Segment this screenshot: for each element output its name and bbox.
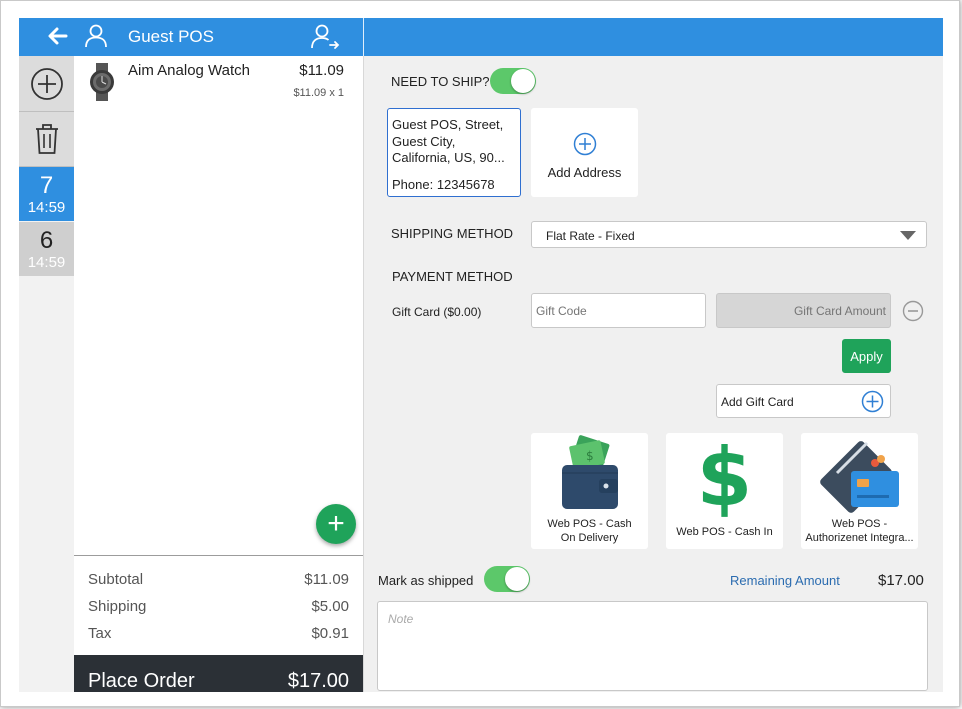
order-number: 7 <box>39 172 54 199</box>
shipping-method-label: SHIPPING METHOD <box>391 226 514 241</box>
shipping-label: Shipping <box>88 598 147 615</box>
switch-customer-icon[interactable] <box>310 23 340 51</box>
new-order-button[interactable] <box>19 56 74 112</box>
payment-option-label-line: Web POS - Cash In <box>676 526 773 538</box>
wallet-icon: $ <box>561 435 618 509</box>
shipping-value: $5.00 <box>311 598 349 615</box>
user-icon[interactable] <box>84 23 108 49</box>
watch-thumbnail[interactable] <box>86 63 118 101</box>
gift-card-amount-input[interactable] <box>716 293 891 328</box>
order-tab-6[interactable]: 6 14:59 <box>19 222 74 276</box>
add-address-button[interactable]: Add Address <box>531 108 638 197</box>
add-circle-icon <box>861 390 884 413</box>
cart-panel <box>74 56 363 692</box>
totals-divider <box>74 555 363 556</box>
place-order-button[interactable]: Place Order $17.00 <box>74 655 363 692</box>
add-product-button[interactable]: + <box>316 504 356 544</box>
address-card[interactable]: Guest POS, Street, Guest City, Californi… <box>387 108 521 197</box>
place-order-label: Place Order <box>88 670 195 692</box>
address-line: California, US, 90... <box>392 150 505 165</box>
tax-value: $0.91 <box>311 625 349 642</box>
payment-option-label-line: Web POS - <box>831 518 888 530</box>
back-arrow-icon[interactable] <box>46 24 70 48</box>
payment-option-label-line: Authorizenet Integra... <box>805 532 914 544</box>
payment-option-cash-on-delivery[interactable]: $ Web POS - Cash On Delivery <box>531 433 648 549</box>
mark-as-shipped-toggle[interactable] <box>484 566 530 592</box>
add-circle-icon <box>573 132 597 156</box>
remaining-amount-value: $17.00 <box>878 572 924 589</box>
payment-method-label: PAYMENT METHOD <box>392 269 513 284</box>
add-address-label: Add Address <box>547 165 622 180</box>
shipping-method-value: Flat Rate - Fixed <box>546 229 635 243</box>
note-placeholder: Note <box>388 612 414 626</box>
remaining-amount-label: Remaining Amount <box>730 573 840 588</box>
tax-label: Tax <box>88 625 112 642</box>
payment-option-label: Web POS - Cash In <box>668 525 781 539</box>
address-line: Guest City, <box>392 133 456 149</box>
place-order-amount: $17.00 <box>287 670 349 692</box>
delete-order-button[interactable] <box>19 112 74 167</box>
subtotal-value: $11.09 <box>304 571 349 588</box>
cart-item-name[interactable]: Aim Analog Watch <box>128 62 250 79</box>
note-textarea[interactable]: Note <box>377 601 928 691</box>
address-line: Guest POS, Street, <box>392 117 504 132</box>
payment-option-label: Web POS - Cash On Delivery <box>533 517 646 545</box>
need-to-ship-label: NEED TO SHIP? <box>391 74 490 89</box>
plus-icon: + <box>327 507 345 540</box>
svg-text:$: $ <box>586 449 594 463</box>
order-time: 14:59 <box>27 254 66 271</box>
payment-option-cash-in[interactable]: $ Web POS - Cash In <box>666 433 783 549</box>
need-to-ship-toggle[interactable] <box>490 68 536 94</box>
order-time: 14:59 <box>27 199 66 216</box>
toggle-knob <box>511 69 535 93</box>
trash-icon <box>35 124 58 154</box>
mark-as-shipped-label: Mark as shipped <box>378 573 474 588</box>
address-lines: Guest POS, Street, Guest City, Californi… <box>392 117 520 167</box>
cart-item-price: $11.09 <box>299 62 344 79</box>
dropdown-caret-icon <box>900 231 916 240</box>
credit-cards-icon <box>819 441 899 513</box>
customer-name[interactable]: Guest POS <box>128 27 214 47</box>
shipping-method-select[interactable]: Flat Rate - Fixed <box>531 221 927 248</box>
payment-option-authorizenet[interactable]: Web POS - Authorizenet Integra... <box>801 433 918 549</box>
gift-code-input[interactable] <box>531 293 706 328</box>
order-number: 6 <box>39 227 54 254</box>
gift-card-label: Gift Card ($0.00) <box>392 305 482 319</box>
add-gift-card-label: Add Gift Card <box>721 395 794 409</box>
toggle-knob <box>505 567 529 591</box>
apply-gift-card-button[interactable]: Apply <box>842 339 891 373</box>
cart-item-qty: $11.09 x 1 <box>293 87 344 99</box>
add-circle-icon <box>30 67 63 100</box>
remove-circle-icon[interactable] <box>902 300 924 322</box>
add-gift-card-button[interactable]: Add Gift Card <box>716 384 891 418</box>
top-bar-divider <box>363 18 364 56</box>
order-tab-7[interactable]: 7 14:59 <box>19 167 74 221</box>
subtotal-label: Subtotal <box>88 571 144 588</box>
payment-option-label-line: On Delivery <box>560 532 619 544</box>
payment-option-label: Web POS - Authorizenet Integra... <box>803 517 916 545</box>
dollar-icon: $ <box>696 431 753 524</box>
payment-option-label-line: Web POS - Cash <box>547 518 632 530</box>
address-phone: Phone: 12345678 <box>392 177 495 192</box>
